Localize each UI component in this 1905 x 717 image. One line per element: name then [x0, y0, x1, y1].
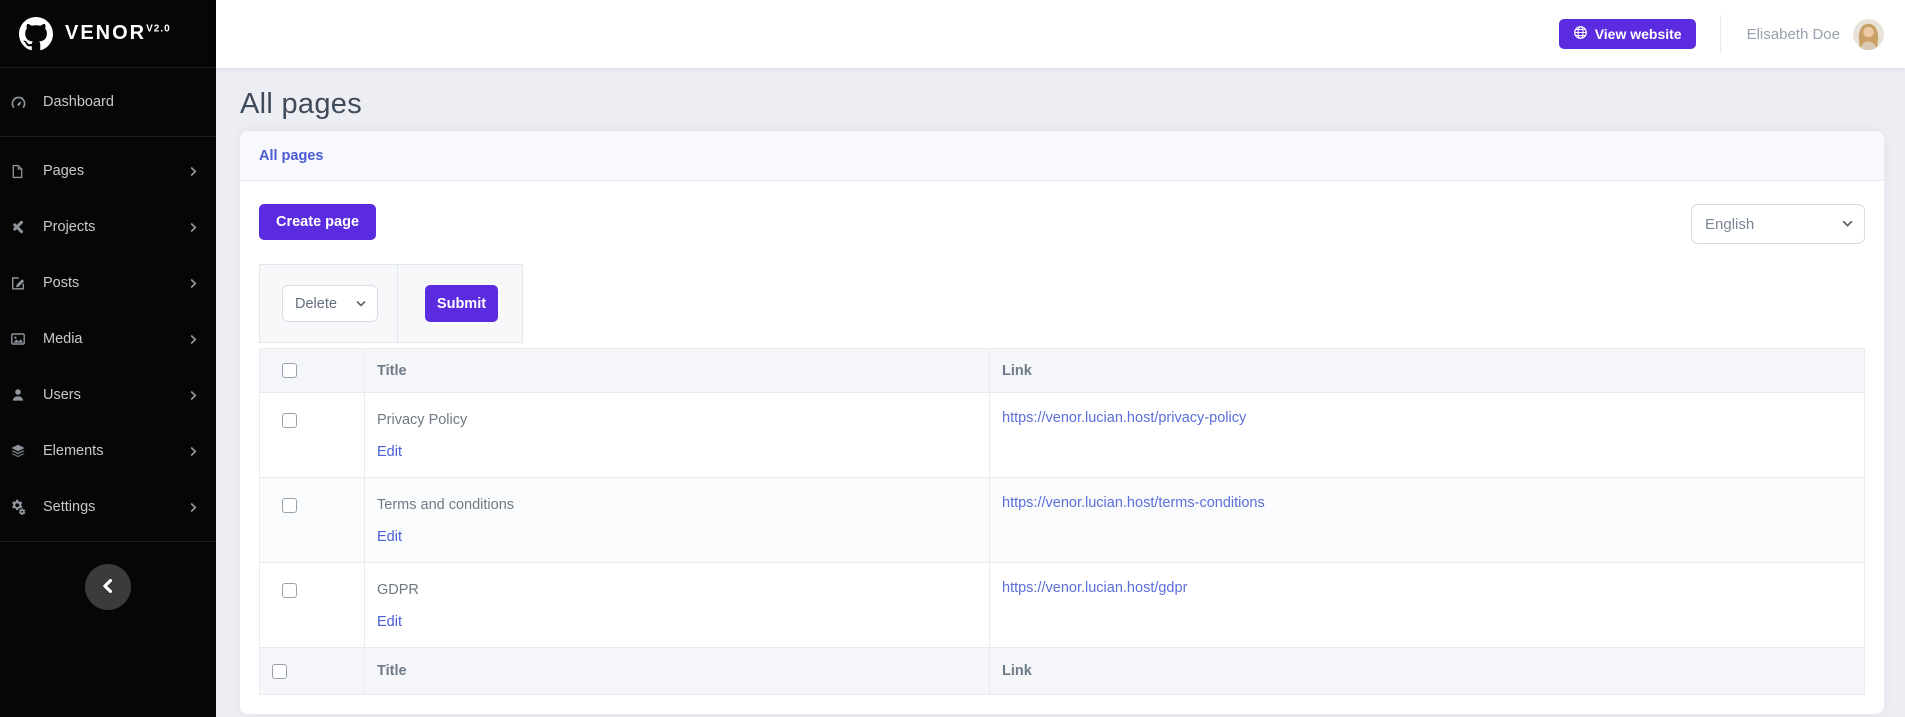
- sidebar-item-settings[interactable]: Settings: [0, 479, 216, 535]
- sidebar-item-media[interactable]: Media: [0, 311, 216, 367]
- sidebar-item-label: Dashboard: [43, 94, 198, 110]
- globe-icon: [1573, 25, 1588, 43]
- sidebar-collapse-button[interactable]: [85, 564, 131, 610]
- user-icon: [10, 387, 36, 403]
- sidebar-item-label: Projects: [43, 219, 189, 235]
- chevron-right-icon: [189, 391, 198, 400]
- table-row: Terms and conditions Edit https://venor.lu…: [260, 478, 1865, 563]
- table-header-row: Title Link: [260, 349, 1865, 393]
- bulk-action-select[interactable]: Delete: [282, 285, 378, 322]
- row-title: Privacy Policy: [377, 410, 977, 430]
- sidebar-divider: [0, 541, 216, 542]
- card-body: Create page English Del: [240, 181, 1884, 714]
- row-checkbox[interactable]: [282, 498, 297, 513]
- chevron-left-icon: [101, 579, 115, 596]
- chevron-right-icon: [189, 279, 198, 288]
- row-checkbox[interactable]: [282, 413, 297, 428]
- github-octocat-icon: [19, 17, 53, 51]
- topbar-divider: [1720, 15, 1721, 53]
- edit-link[interactable]: Edit: [377, 614, 402, 630]
- avatar[interactable]: [1853, 19, 1884, 50]
- logo[interactable]: VENORV2.0: [0, 0, 216, 68]
- row-checkbox[interactable]: [282, 583, 297, 598]
- sidebar-item-posts[interactable]: Posts: [0, 255, 216, 311]
- sidebar-item-label: Users: [43, 387, 189, 403]
- column-footer-title: Title: [365, 648, 990, 695]
- sidebar-item-elements[interactable]: Elements: [0, 423, 216, 479]
- table-footer-row: Title Link: [260, 648, 1865, 695]
- submit-button[interactable]: Submit: [425, 285, 498, 322]
- create-page-button[interactable]: Create page: [259, 204, 376, 240]
- sidebar-item-users[interactable]: Users: [0, 367, 216, 423]
- breadcrumb[interactable]: All pages: [259, 148, 323, 164]
- sidebar-item-label: Elements: [43, 443, 189, 459]
- column-header-title: Title: [365, 349, 990, 393]
- sidebar-item-projects[interactable]: Projects: [0, 199, 216, 255]
- sidebar-item-label: Posts: [43, 275, 189, 291]
- page-url-link[interactable]: https://venor.lucian.host/terms-conditio…: [1002, 495, 1265, 511]
- sidebar-item-label: Settings: [43, 499, 189, 515]
- chevron-right-icon: [189, 335, 198, 344]
- sidebar: VENORV2.0 Dashboard Pages Projects Posts Med…: [0, 0, 216, 717]
- tools-icon: [10, 219, 36, 235]
- chevron-right-icon: [189, 223, 198, 232]
- user-name: Elisabeth Doe: [1747, 26, 1840, 43]
- row-title: GDPR: [377, 580, 977, 600]
- edit-link[interactable]: Edit: [377, 529, 402, 545]
- content: All pages All pages Create page English: [216, 68, 1905, 717]
- page-icon: [10, 164, 36, 179]
- pencil-square-icon: [10, 275, 36, 291]
- view-website-label: View website: [1595, 26, 1682, 42]
- main-area: View website Elisabeth Doe All pages All…: [216, 0, 1905, 717]
- sidebar-nav: Dashboard Pages Projects Posts Media Users Ele…: [0, 68, 216, 535]
- table-row: Privacy Policy Edit https://venor.lucian.h…: [260, 393, 1865, 478]
- bulk-actions-box: Delete Submit: [259, 264, 523, 343]
- topbar: View website Elisabeth Doe: [216, 0, 1905, 68]
- column-footer-link: Link: [990, 648, 1865, 695]
- page-url-link[interactable]: https://venor.lucian.host/privacy-policy: [1002, 410, 1246, 426]
- actions-row: Create page English: [259, 204, 1865, 244]
- sidebar-divider: [0, 136, 216, 137]
- column-header-link: Link: [990, 349, 1865, 393]
- pages-card: All pages Create page English: [240, 131, 1884, 714]
- bulk-select-cell: Delete: [260, 265, 398, 342]
- view-website-button[interactable]: View website: [1559, 19, 1696, 49]
- language-select[interactable]: English: [1691, 204, 1865, 244]
- language-select-wrap: English: [1691, 204, 1865, 244]
- card-header: All pages: [240, 131, 1884, 181]
- sidebar-item-dashboard[interactable]: Dashboard: [0, 74, 216, 130]
- chevron-right-icon: [189, 447, 198, 456]
- gears-icon: [10, 499, 36, 515]
- chevron-right-icon: [189, 503, 198, 512]
- select-all-checkbox[interactable]: [272, 664, 287, 679]
- bulk-select-wrap: Delete: [282, 285, 378, 322]
- bulk-submit-cell: Submit: [398, 265, 522, 342]
- brand-version: V2.0: [146, 23, 171, 34]
- image-icon: [10, 331, 36, 347]
- chevron-right-icon: [189, 167, 198, 176]
- sidebar-item-label: Pages: [43, 163, 189, 179]
- table-row: GDPR Edit https://venor.lucian.host/gdpr: [260, 563, 1865, 648]
- brand-name: VENORV2.0: [65, 22, 171, 45]
- sidebar-item-pages[interactable]: Pages: [0, 143, 216, 199]
- page-url-link[interactable]: https://venor.lucian.host/gdpr: [1002, 580, 1187, 596]
- page-title: All pages: [240, 88, 1884, 121]
- row-title: Terms and conditions: [377, 495, 977, 515]
- select-all-checkbox[interactable]: [282, 363, 297, 378]
- layers-icon: [10, 443, 36, 459]
- gauge-icon: [10, 94, 36, 111]
- sidebar-item-label: Media: [43, 331, 189, 347]
- edit-link[interactable]: Edit: [377, 444, 402, 460]
- pages-table: Title Link Privacy Policy Edit https://ven…: [259, 348, 1865, 695]
